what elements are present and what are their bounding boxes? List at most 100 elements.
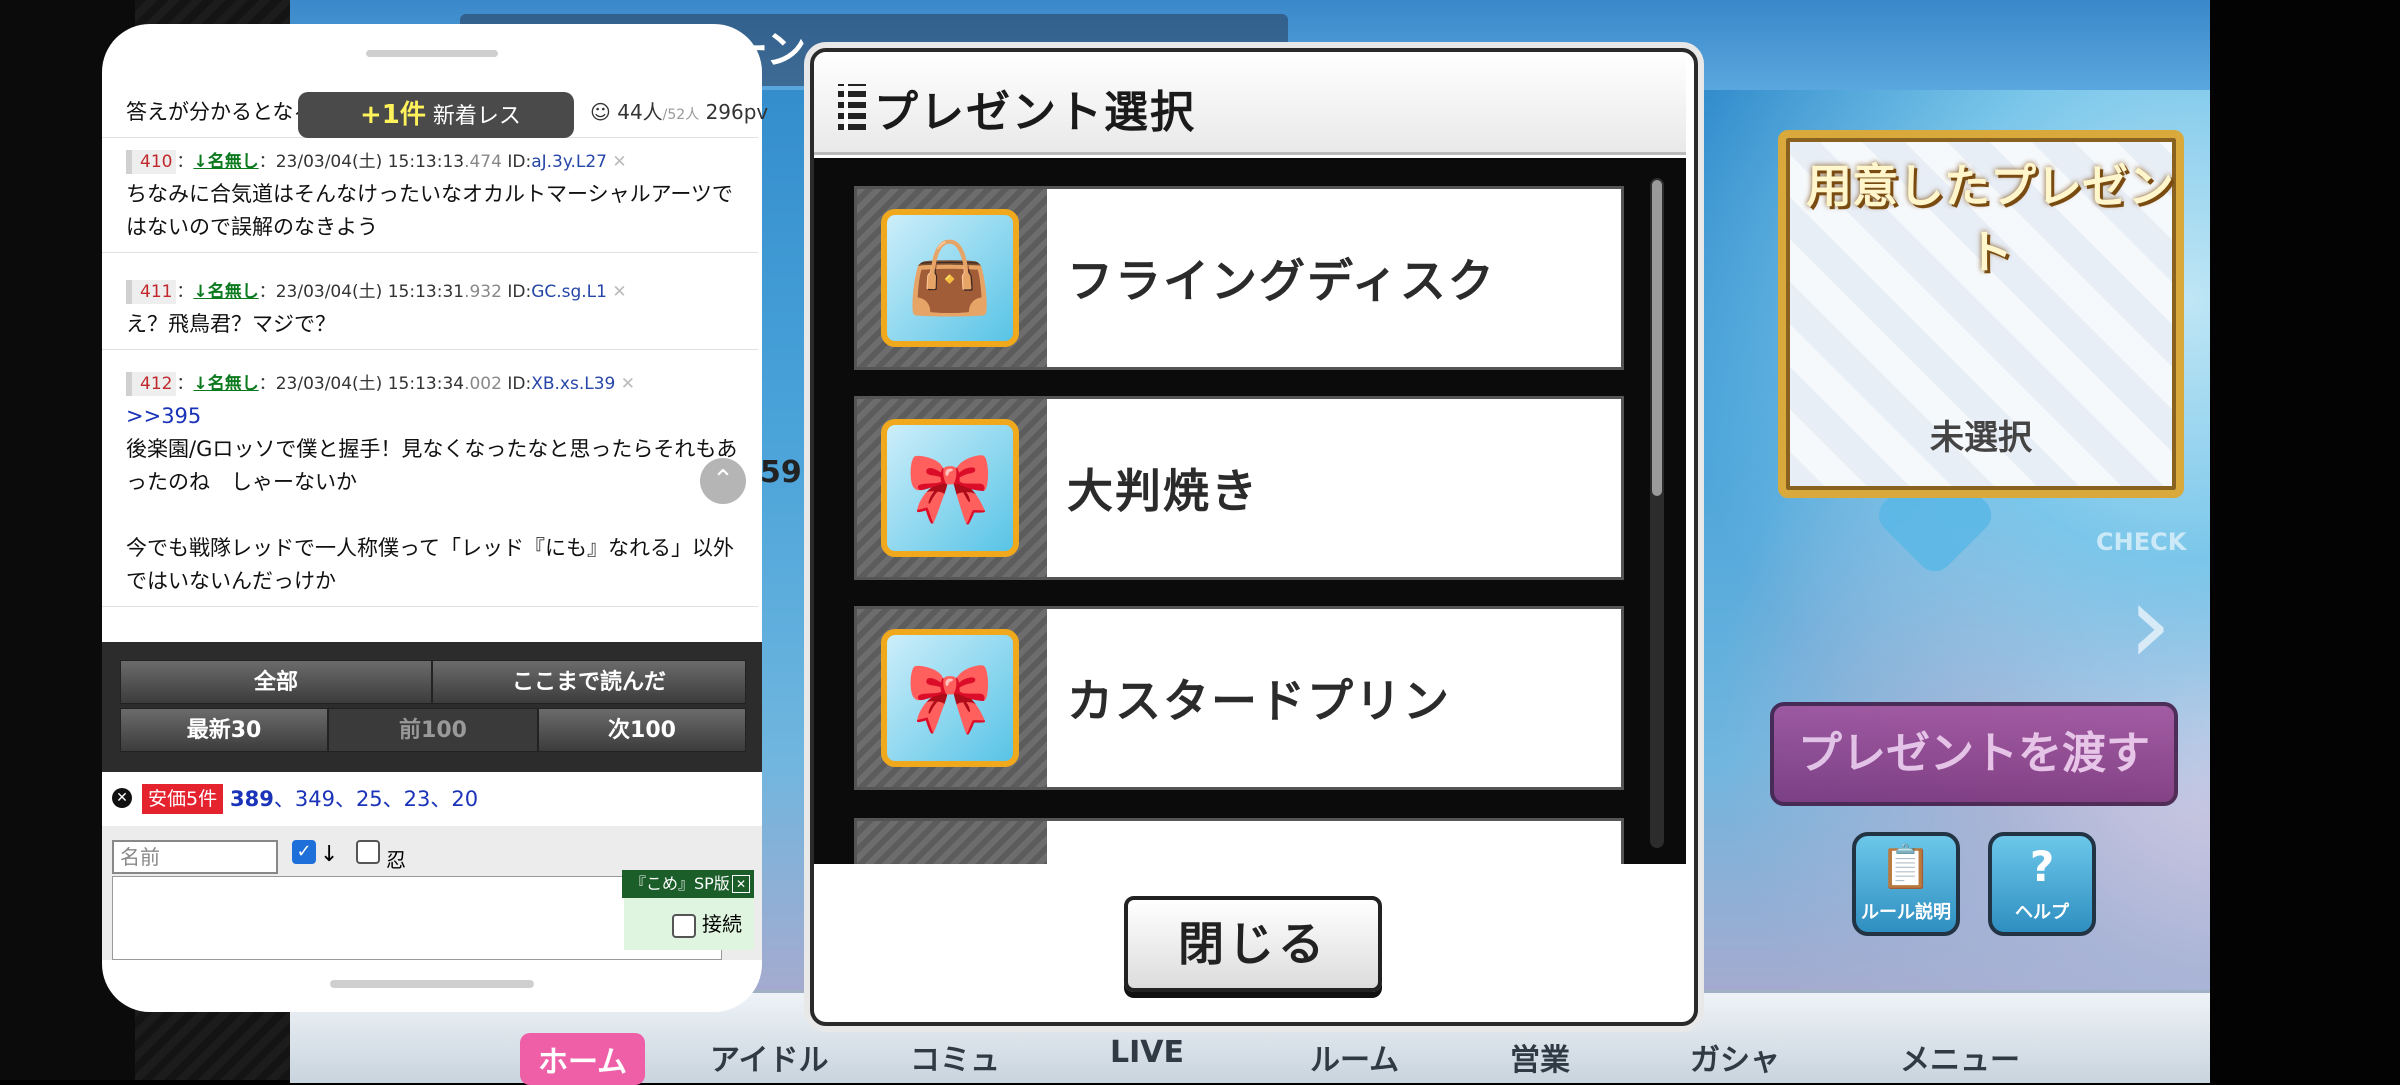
give-present-button[interactable]: プレゼントを渡す xyxy=(1770,702,2178,806)
present-item[interactable]: 👜 フライングディスク xyxy=(854,186,1624,370)
new-res-badge[interactable]: +1件 新着レス xyxy=(298,92,574,138)
response-number[interactable]: 411 xyxy=(126,280,177,304)
grip-icon-divider xyxy=(844,84,848,130)
response-date: 23/03/04(土) 15:13:31 xyxy=(275,282,465,302)
response-date: 23/03/04(土) 15:13:34 xyxy=(275,374,465,394)
connect-checkbox[interactable] xyxy=(671,913,696,938)
present-thumb-bg xyxy=(857,821,1047,864)
new-res-count: +1件 xyxy=(360,100,426,130)
help-icon: ? xyxy=(2029,842,2055,891)
present-name: カスタードプリン xyxy=(1067,674,1451,728)
clipboard-icon: 📋 xyxy=(1879,842,1933,891)
anchor-count-label: 安価5件 xyxy=(142,784,224,814)
anchor-link[interactable]: 349 xyxy=(295,787,335,811)
present-item[interactable]: 🎀 大判焼き xyxy=(854,396,1624,580)
response-ms: .474 xyxy=(464,152,502,172)
nav-home[interactable]: ホーム xyxy=(520,1033,646,1085)
response-date: 23/03/04(土) 15:13:13 xyxy=(275,152,465,172)
stats-users: 44人 xyxy=(617,100,663,124)
nav-gacha[interactable]: ガシャ xyxy=(1690,1035,1780,1079)
response-name[interactable]: ↓名無し xyxy=(193,282,258,302)
response-header: 412 ：↓名無し：23/03/04(土) 15:13:34.002 ID:XB.… xyxy=(126,372,748,396)
response-id[interactable]: aJ.3y.L27 xyxy=(531,152,607,172)
stats-pv: 296pv xyxy=(705,100,769,124)
close-icon[interactable]: ✕ xyxy=(612,152,626,172)
nav-menu[interactable]: メニュー xyxy=(1900,1035,2020,1079)
nav-live[interactable]: LIVE xyxy=(1110,1035,1184,1070)
close-icon[interactable]: ✕ xyxy=(612,282,626,302)
list-scrollbar-thumb[interactable] xyxy=(1652,180,1662,496)
post-form: 名前 ✓ ↓ 忍 『こめ』SP版 ✕ 接続 xyxy=(102,826,762,960)
bag-bow-icon: 🎀 xyxy=(881,419,1019,557)
response-name[interactable]: ↓名無し xyxy=(193,152,258,172)
response-item: 412 ：↓名無し：23/03/04(土) 15:13:34.002 ID:XB.… xyxy=(102,372,758,607)
response-header: 410 ：↓名無し：23/03/04(土) 15:13:13.474 ID:aJ.… xyxy=(126,150,748,174)
response-body: 後楽園/Gロッソで僕と握手！見なくなったなと思ったらそれもあったのね しゃーない… xyxy=(126,437,738,593)
response-name[interactable]: ↓名無し xyxy=(193,374,258,394)
drag-handle[interactable] xyxy=(366,50,498,57)
bag-bow-icon: 🎀 xyxy=(881,629,1019,767)
anchor-link[interactable]: >>395 xyxy=(126,404,201,428)
response-number[interactable]: 412 xyxy=(126,372,177,396)
unselected-label: 未選択 xyxy=(1930,418,2032,458)
nav-idol[interactable]: アイドル xyxy=(710,1035,829,1079)
check-label: CHECK xyxy=(2096,528,2187,556)
connect-label: 接続 xyxy=(702,912,742,936)
grip-icon xyxy=(838,84,866,130)
latest30-button[interactable]: 最新30 xyxy=(120,708,328,752)
present-name: フライングディスク xyxy=(1067,254,1496,308)
anchor-link[interactable]: 389 xyxy=(230,787,274,811)
response-anchor[interactable]: >>395 xyxy=(126,396,748,433)
nav-business[interactable]: 営業 xyxy=(1510,1035,1570,1079)
all-button[interactable]: 全部 xyxy=(120,660,432,704)
bag-ribbon-icon: 👜 xyxy=(881,209,1019,347)
present-item-partial[interactable] xyxy=(854,818,1624,864)
present-name: 大判焼き xyxy=(1067,464,1259,518)
scroll-top-icon[interactable]: ⌃ xyxy=(700,458,746,504)
prev100-button: 前100 xyxy=(328,708,538,752)
stats-total: /52人 xyxy=(662,107,700,123)
sp-version-tag: 『こめ』SP版 ✕ xyxy=(622,870,754,898)
response-item: 410 ：↓名無し：23/03/04(土) 15:13:13.474 ID:aJ.… xyxy=(102,150,758,253)
thread-stats: ☺ 44人/52人 296pv xyxy=(590,96,768,125)
anchor-link[interactable]: 20 xyxy=(451,787,478,811)
name-field[interactable]: 名前 xyxy=(112,840,278,874)
present-item[interactable]: 🎀 カスタードプリン xyxy=(854,606,1624,790)
response-header: 411 ：↓名無し：23/03/04(土) 15:13:31.932 ID:GC.… xyxy=(126,280,748,304)
ninja-checkbox[interactable] xyxy=(356,840,380,864)
new-res-label: 新着レス xyxy=(432,104,521,129)
ninja-label: 忍 xyxy=(386,848,406,872)
anchor-link[interactable]: 25 xyxy=(356,787,383,811)
sp-tag-label: 『こめ』SP版 xyxy=(630,874,730,893)
sage-checkbox[interactable]: ✓ xyxy=(292,840,316,864)
response-body: ちなみに合気道はそんなけったいなオカルトマーシャルアーツではないので誤解のなきよ… xyxy=(126,182,733,239)
arrow-down-icon: ↓ xyxy=(320,842,339,867)
response-body: え？飛鳥君？マジで？ xyxy=(126,312,336,336)
response-ms: .932 xyxy=(464,282,502,302)
next100-button[interactable]: 次100 xyxy=(538,708,746,752)
rules-button[interactable]: 📋 ルール説明 xyxy=(1852,832,1960,936)
close-icon[interactable]: ✕ xyxy=(621,374,635,394)
nav-commu[interactable]: コミュ xyxy=(910,1035,1000,1079)
chevron-right-icon[interactable]: › xyxy=(2128,560,2172,688)
response-id[interactable]: GC.sg.L1 xyxy=(531,282,607,302)
rules-button-label: ルール説明 xyxy=(1861,902,1951,923)
close-button[interactable]: 閉じる xyxy=(1124,896,1382,992)
partial-number: 59 xyxy=(760,455,802,490)
smiley-icon: ☺ xyxy=(590,100,611,124)
help-button-label: ヘルプ xyxy=(2015,902,2069,923)
nav-room[interactable]: ルーム xyxy=(1310,1035,1399,1079)
present-list[interactable]: 👜 フライングディスク 🎀 大判焼き 🎀 カスタードプリン xyxy=(814,158,1686,864)
prepared-present-title: 用意したプレゼント xyxy=(1806,159,2174,279)
close-icon[interactable]: ✕ xyxy=(732,875,750,893)
connect-box: 接続 xyxy=(624,898,754,950)
close-icon[interactable]: ✕ xyxy=(112,788,132,808)
thread-nav-panel: 全部 ここまで読んだ 最新30 前100 次100 xyxy=(102,642,762,772)
response-ms: .002 xyxy=(464,374,502,394)
help-button[interactable]: ? ヘルプ xyxy=(1988,832,2096,936)
anchor-link[interactable]: 23 xyxy=(404,787,431,811)
read-here-button[interactable]: ここまで読んだ xyxy=(432,660,746,704)
response-id[interactable]: XB.xs.L39 xyxy=(531,374,615,394)
response-number[interactable]: 410 xyxy=(126,150,177,174)
modal-title: プレゼント選択 xyxy=(874,87,1196,138)
